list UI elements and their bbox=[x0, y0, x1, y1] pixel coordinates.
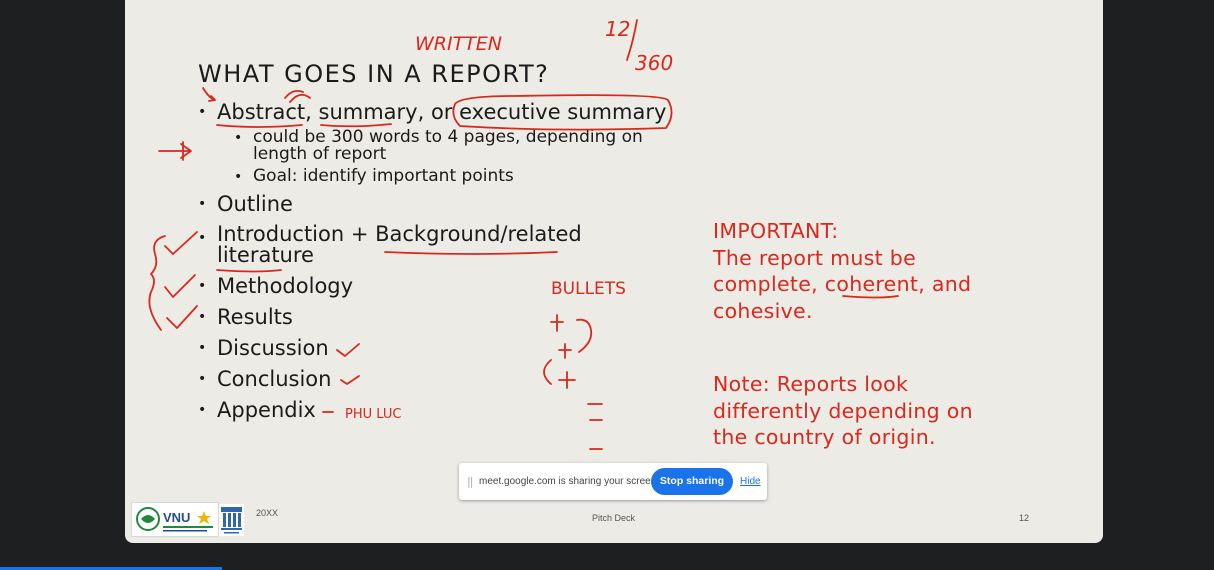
ink-check-methodology bbox=[164, 274, 196, 298]
footer-deck-name: Pitch Deck bbox=[592, 513, 636, 523]
ink-fraction-top: 12 bbox=[605, 17, 630, 41]
presentation-slide: WHAT GOES IN A REPORT? • Abstract, summa… bbox=[125, 0, 1103, 543]
bullet-introduction: • Introduction + Background/related lite… bbox=[198, 222, 582, 267]
important-callout: IMPORTANT: The report must be complete, … bbox=[713, 218, 971, 324]
bullet-appendix: • Appendix bbox=[198, 398, 316, 422]
ink-curly-plus bbox=[576, 318, 593, 353]
bullet-abstract: • Abstract, summary, or executive summar… bbox=[198, 100, 667, 124]
bullet-dot: • bbox=[198, 104, 207, 120]
hsb-logo bbox=[219, 504, 244, 536]
bullet-methodology-text: Methodology bbox=[217, 274, 354, 298]
bullet-dot: • bbox=[234, 130, 243, 146]
important-line: complete, coherent, and bbox=[713, 272, 972, 296]
ink-dashes bbox=[587, 403, 603, 450]
bullet-methodology: • Methodology bbox=[198, 274, 354, 298]
ink-underline-literature bbox=[216, 269, 282, 273]
bullet-dot: • bbox=[234, 169, 243, 185]
bullet-dot: • bbox=[198, 196, 207, 212]
important-line: The report must be bbox=[713, 245, 916, 270]
ink-plus-2 bbox=[558, 343, 572, 359]
subbullet-length: • could be 300 words to 4 pages, dependi… bbox=[234, 129, 643, 164]
bullet-results-text: Results bbox=[217, 305, 293, 329]
stop-sharing-button[interactable]: Stop sharing bbox=[651, 468, 733, 495]
ink-check-conclusion bbox=[340, 375, 360, 385]
ink-check-results bbox=[166, 305, 198, 329]
footer-page-number: 12 bbox=[1019, 513, 1030, 523]
important-heading: IMPORTANT: bbox=[713, 219, 839, 243]
footer-year: 20XX bbox=[256, 508, 279, 518]
ink-fraction-bottom: 360 bbox=[635, 51, 673, 75]
sharing-status-text: meet.google.com is sharing your screen. bbox=[479, 476, 660, 487]
ink-arrow-stroke bbox=[202, 87, 216, 102]
bullet-discussion: • Discussion bbox=[198, 336, 329, 360]
ink-check-introduction bbox=[164, 231, 198, 255]
note-line: differently depending on bbox=[713, 398, 973, 423]
ink-curly-left bbox=[543, 359, 552, 385]
bullet-dot: • bbox=[198, 278, 207, 294]
note-callout: Note: Reports look differently depending… bbox=[713, 371, 973, 451]
bullet-introduction-line2: literature bbox=[217, 243, 314, 267]
bullet-dot: • bbox=[198, 230, 207, 246]
bullet-appendix-text: Appendix bbox=[217, 398, 316, 422]
drag-handle-icon[interactable]: || bbox=[467, 475, 474, 488]
ink-underline-summary bbox=[320, 123, 392, 128]
vnu-logo: VNU bbox=[131, 502, 219, 537]
vnu-logo-text: VNU bbox=[163, 510, 190, 525]
ink-check-discussion bbox=[336, 343, 360, 357]
bullet-discussion-text: Discussion bbox=[217, 336, 329, 360]
bullet-dot: • bbox=[198, 402, 207, 418]
ink-fraction-slash bbox=[626, 19, 638, 61]
bullet-outline-text: Outline bbox=[217, 192, 293, 216]
bullet-conclusion-text: Conclusion bbox=[217, 367, 332, 391]
ink-brace bbox=[148, 235, 166, 331]
ink-arrow-subbullet bbox=[158, 141, 192, 161]
note-line: Note: Reports look bbox=[713, 372, 909, 396]
ink-appendix-note: PHU LUC bbox=[345, 407, 401, 422]
bullet-dot: • bbox=[198, 309, 207, 325]
ink-bullets-text: BULLETS bbox=[551, 279, 626, 299]
ink-plus-3 bbox=[558, 371, 576, 389]
bullet-conclusion: • Conclusion bbox=[198, 367, 332, 391]
screen-sharing-bar: || meet.google.com is sharing your scree… bbox=[459, 463, 767, 500]
subbullet-length-line2: length of report bbox=[253, 144, 387, 164]
bullet-results: • Results bbox=[198, 305, 293, 329]
subbullet-goal: • Goal: identify important points bbox=[234, 166, 514, 186]
ink-written-text: WRITTEN bbox=[415, 33, 502, 55]
slide-title: WHAT GOES IN A REPORT? bbox=[198, 60, 550, 88]
bullet-outline: • Outline bbox=[198, 192, 293, 216]
ink-plus-1 bbox=[550, 314, 564, 332]
note-line: the country of origin. bbox=[713, 425, 936, 449]
bullet-abstract-text: Abstract, summary, or executive summary bbox=[217, 100, 667, 124]
bullet-dot: • bbox=[198, 371, 207, 387]
subbullet-goal-text: Goal: identify important points bbox=[253, 166, 514, 186]
important-line: cohesive. bbox=[713, 298, 813, 323]
bullet-dot: • bbox=[198, 340, 207, 356]
hide-link[interactable]: Hide bbox=[740, 476, 761, 487]
bullet-introduction-line1: Introduction + Background/related bbox=[217, 222, 582, 246]
